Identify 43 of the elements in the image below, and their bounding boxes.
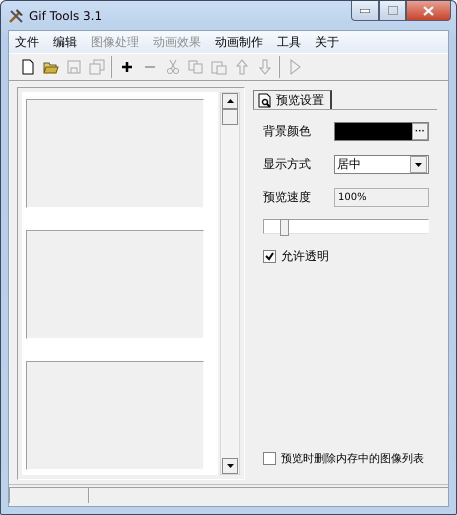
tools-icon <box>8 8 24 24</box>
field-label: 显示方式 <box>263 156 311 173</box>
scrollbar[interactable] <box>220 92 240 475</box>
close-icon <box>423 6 434 16</box>
scroll-down-button[interactable] <box>222 458 238 474</box>
close-button[interactable] <box>406 1 451 21</box>
menu-item[interactable]: 编辑 <box>53 34 77 50</box>
floppies-icon <box>88 59 104 75</box>
caret-up-icon <box>226 99 234 103</box>
browse-button[interactable]: ··· <box>412 123 428 140</box>
minimize-button[interactable] <box>351 1 379 21</box>
scroll-thumb[interactable] <box>222 109 238 125</box>
color-swatch[interactable]: ··· <box>334 122 429 141</box>
checkbox[interactable]: 预览时删除内存中的图像列表 <box>263 451 429 466</box>
scissors-icon <box>164 59 180 75</box>
floppy-icon <box>66 59 82 75</box>
arrow-down-icon <box>256 59 272 75</box>
checkmark-icon <box>265 252 274 261</box>
maximize-button[interactable] <box>379 1 406 21</box>
maximize-icon <box>388 6 398 15</box>
field-label: 背景颜色 <box>263 123 311 140</box>
field-label: 预览速度 <box>263 189 311 206</box>
scroll-up-button[interactable] <box>222 93 238 109</box>
menu-item[interactable]: 关于 <box>315 34 339 50</box>
checkbox[interactable]: 允许透明 <box>263 248 429 265</box>
caret-down-icon <box>415 162 422 166</box>
tab[interactable]: 预览设置 <box>253 90 332 109</box>
minus-icon <box>144 66 154 68</box>
speed-field[interactable]: 100% <box>334 188 429 207</box>
caret-down-icon <box>226 464 234 468</box>
menu-item[interactable]: 文件 <box>15 34 39 50</box>
document-magnifier-icon <box>258 92 272 108</box>
speed-slider-track[interactable] <box>263 219 429 234</box>
minimize-icon <box>360 8 370 12</box>
clipboard-icon <box>210 59 226 75</box>
copy-icon <box>188 59 204 75</box>
display-mode-dropdown[interactable]: 居中 <box>334 155 429 174</box>
document-icon <box>20 59 36 75</box>
arrow-up-icon <box>234 59 250 75</box>
slider-thumb[interactable] <box>280 219 290 236</box>
menu-item[interactable]: 工具 <box>277 34 301 50</box>
menu-item[interactable]: 动画制作 <box>215 34 263 50</box>
window-title: Gif Tools 3.1 <box>29 8 102 22</box>
